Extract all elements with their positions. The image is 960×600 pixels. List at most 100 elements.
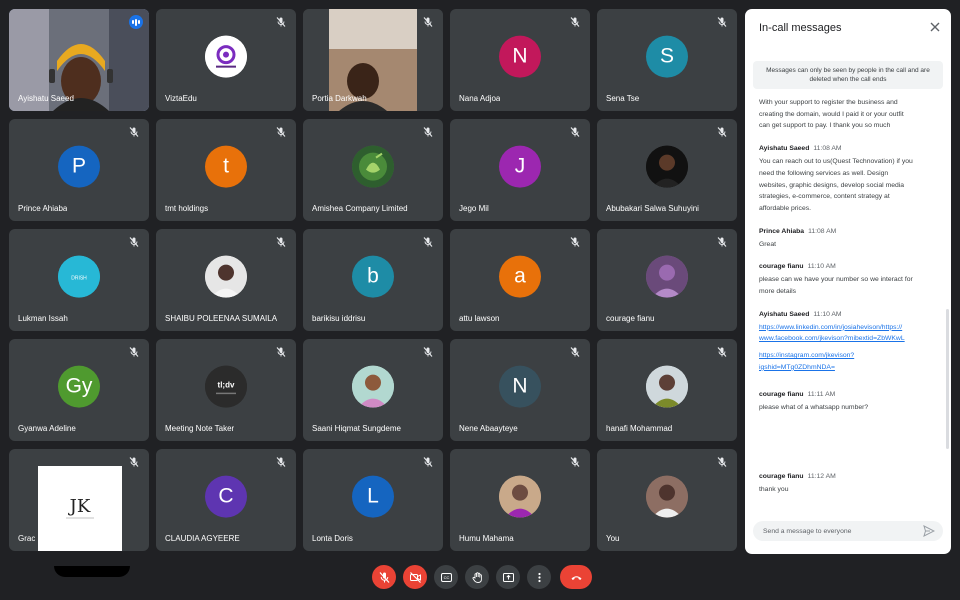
- message-text: please what of a whatsapp number?: [759, 403, 869, 411]
- avatar-logo: [352, 145, 394, 188]
- message-text: strategies, e-commerce, content strategy…: [759, 193, 890, 201]
- scrollbar[interactable]: [946, 309, 949, 449]
- mic-off-icon: [570, 17, 580, 27]
- message-link[interactable]: igshid=MTg0ZDhmNDA=: [759, 362, 937, 374]
- participant-tile[interactable]: Portia Darkwah: [303, 9, 443, 111]
- participant-tile[interactable]: Amishea Company Limited: [303, 119, 443, 221]
- raise-hand-icon: [471, 571, 482, 583]
- mic-off-icon: [570, 347, 580, 357]
- participant-tile[interactable]: Saani Hiqmat Sungdeme: [303, 339, 443, 441]
- message-header: Prince Ahiaba 11:08 AM: [759, 227, 937, 237]
- mic-off-icon: [423, 457, 433, 467]
- participant-tile[interactable]: C CLAUDIA AGYEERE: [156, 449, 296, 551]
- raise-hand-button[interactable]: [465, 565, 489, 589]
- present-icon: [502, 572, 514, 582]
- participant-name: Saani Hiqmat Sungdeme: [312, 424, 401, 433]
- participant-tile[interactable]: SHAIBU POLEENAA SUMAILA: [156, 229, 296, 331]
- message-sender: courage fianu: [759, 473, 804, 481]
- participant-tile[interactable]: Humu Mahama: [450, 449, 590, 551]
- message-list[interactable]: With your support to register the busine…: [759, 97, 937, 496]
- participant-tile[interactable]: L Lonta Doris: [303, 449, 443, 551]
- avatar-photo: [352, 365, 394, 408]
- message-sender: Ayishatu Saeed: [759, 145, 810, 153]
- participant-tile[interactable]: courage fianu: [597, 229, 737, 331]
- mic-off-icon: [129, 347, 139, 357]
- participant-name: Sena Tse: [606, 94, 640, 103]
- participant-tile[interactable]: t tmt holdings: [156, 119, 296, 221]
- leave-call-button[interactable]: [560, 565, 592, 589]
- message-time: 11:12 AM: [807, 473, 836, 481]
- message-composer[interactable]: [753, 521, 943, 541]
- message-sender: courage fianu: [759, 390, 804, 398]
- participant-logo: JK: [38, 466, 122, 551]
- participant-tile[interactable]: J Jego Mil: [450, 119, 590, 221]
- mic-off-icon: [423, 347, 433, 357]
- speaking-indicator-icon: [129, 15, 143, 29]
- close-icon[interactable]: [929, 21, 941, 33]
- mic-off-icon: [129, 457, 139, 467]
- participant-name: Nene Abaayteye: [459, 424, 518, 433]
- avatar-initial: J: [499, 145, 541, 188]
- participant-name: Amishea Company Limited: [312, 204, 408, 213]
- avatar-initial: t: [205, 145, 247, 188]
- mic-off-button[interactable]: [372, 565, 396, 589]
- message-link[interactable]: https://instagram.com/jkevison?: [759, 350, 937, 362]
- privacy-notice: Messages can only be seen by people in t…: [753, 61, 943, 89]
- message-link[interactable]: www.facebook.com/jkevison?mibextid=ZbWKw…: [759, 333, 937, 345]
- svg-text:CC: CC: [443, 575, 449, 580]
- participant-tile[interactable]: hanafi Mohammad: [597, 339, 737, 441]
- message-link[interactable]: https://www.linkedin.com/in/josiahevison…: [759, 322, 937, 334]
- present-button[interactable]: [496, 565, 520, 589]
- participant-name: Humu Mahama: [459, 534, 514, 543]
- participant-name: Portia Darkwah: [312, 94, 367, 103]
- avatar-photo: [646, 365, 688, 408]
- mic-off-icon: [423, 127, 433, 137]
- participant-tile[interactable]: JK Grac: [9, 449, 149, 551]
- participant-tile[interactable]: Abubakari Salwa Suhuyini: [597, 119, 737, 221]
- more-options-icon: [537, 572, 541, 582]
- camera-off-button[interactable]: [403, 565, 427, 589]
- participant-tile[interactable]: b barikisu iddrisu: [303, 229, 443, 331]
- participant-tile[interactable]: S Sena Tse: [597, 9, 737, 111]
- participant-tile[interactable]: DRISH Lukman Issah: [9, 229, 149, 331]
- participant-tile[interactable]: N Nene Abaayteye: [450, 339, 590, 441]
- participant-name: Prince Ahiaba: [18, 204, 68, 213]
- participant-name: Lukman Issah: [18, 314, 68, 323]
- message-input[interactable]: [763, 525, 913, 537]
- svg-text:DRISH: DRISH: [71, 276, 87, 282]
- mic-off-icon: [717, 17, 727, 27]
- message-text: thank you: [759, 486, 789, 494]
- captions-button[interactable]: CC: [434, 565, 458, 589]
- message-time: 11:08 AM: [813, 145, 842, 153]
- leave-call-icon: [571, 575, 581, 580]
- participant-tile[interactable]: a attu lawson: [450, 229, 590, 331]
- participant-tile[interactable]: N Nana Adjoa: [450, 9, 590, 111]
- message-header: courage fianu 11:11 AM: [759, 390, 937, 400]
- send-icon[interactable]: [923, 525, 935, 537]
- message-text: websites, graphic designs, develop socia…: [759, 181, 905, 189]
- participant-tile[interactable]: You: [597, 449, 737, 551]
- mic-off-icon: [423, 237, 433, 247]
- participant-name: barikisu iddrisu: [312, 314, 366, 323]
- svg-text:JK: JK: [68, 496, 91, 517]
- participant-tile[interactable]: tl;dv Meeting Note Taker: [156, 339, 296, 441]
- participant-name: Jego Mil: [459, 204, 489, 213]
- participant-tile[interactable]: ViztaEdu: [156, 9, 296, 111]
- participant-name: ViztaEdu: [165, 94, 197, 103]
- participant-name: attu lawson: [459, 314, 500, 323]
- message-sender: Prince Ahiaba: [759, 227, 805, 235]
- avatar-initial: N: [499, 365, 541, 408]
- message-text: please can we have your number so we int…: [759, 276, 913, 284]
- message-text: more details: [759, 288, 797, 296]
- more-options-button[interactable]: [527, 565, 551, 589]
- participant-grid: Ayishatu Saeed ViztaEdu Portia Darkwah N Nan…: [9, 9, 737, 554]
- panel-title: In-call messages: [759, 22, 842, 34]
- mic-off-icon: [129, 237, 139, 247]
- mic-off-icon: [570, 457, 580, 467]
- participant-tile[interactable]: Gy Gyanwa Adeline: [9, 339, 149, 441]
- message-time: 11:11 AM: [807, 390, 836, 398]
- message-text: Great: [759, 240, 776, 248]
- participant-name: CLAUDIA AGYEERE: [165, 534, 240, 543]
- participant-tile[interactable]: Ayishatu Saeed: [9, 9, 149, 111]
- participant-tile[interactable]: P Prince Ahiaba: [9, 119, 149, 221]
